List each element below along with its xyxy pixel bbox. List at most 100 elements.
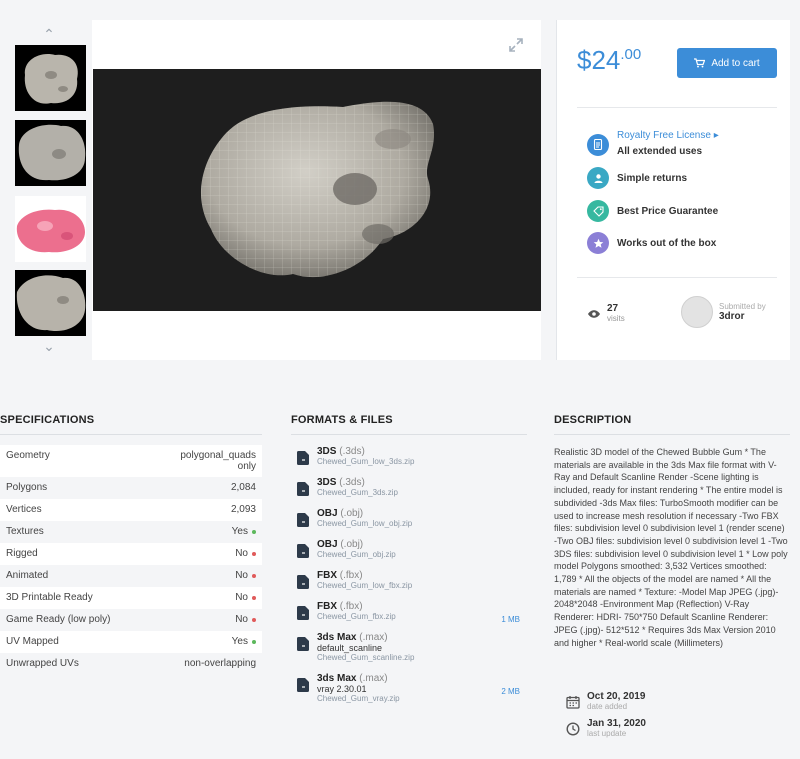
spec-value-text: 2,093 bbox=[230, 504, 256, 515]
clock-icon bbox=[566, 721, 580, 736]
purchase-box: $24.00 Add to cart Royalty Free License … bbox=[556, 20, 790, 360]
perk-license: Royalty Free License ▸ All extended uses bbox=[587, 130, 719, 159]
file-item[interactable]: OBJ (.obj) Chewed_Gum_obj.zip bbox=[297, 539, 527, 559]
thumbnail-3[interactable] bbox=[15, 196, 86, 262]
file-archive-name[interactable]: Chewed_Gum_low_3ds.zip bbox=[317, 457, 414, 466]
perk-price-guarantee: Best Price Guarantee bbox=[587, 200, 718, 222]
avatar[interactable] bbox=[681, 296, 713, 328]
spec-row: UV Mapped Yes bbox=[0, 631, 262, 653]
file-item[interactable]: 3DS (.3ds) Chewed_Gum_3ds.zip bbox=[297, 477, 527, 497]
file-format: 3DS (.3ds) bbox=[317, 477, 365, 488]
spec-value: 2,084 bbox=[231, 482, 256, 493]
spec-row: Polygons 2,084 bbox=[0, 477, 262, 499]
status-dot-icon bbox=[252, 551, 256, 556]
file-format: 3ds Max (.max) bbox=[317, 632, 388, 643]
file-icon bbox=[297, 678, 309, 692]
cart-icon bbox=[694, 58, 706, 68]
file-renderer: default_scanline bbox=[317, 643, 383, 653]
spec-value-text: No bbox=[235, 570, 248, 581]
file-item[interactable]: FBX (.fbx) Chewed_Gum_low_fbx.zip bbox=[297, 570, 527, 590]
spec-value: Yes bbox=[232, 526, 256, 537]
spec-value-text: 2,084 bbox=[230, 482, 256, 493]
file-icon bbox=[297, 513, 309, 527]
date-added: Oct 20, 2019 date added bbox=[566, 692, 646, 711]
submitter-name[interactable]: 3dror bbox=[719, 311, 766, 322]
spec-value-text: No bbox=[235, 614, 248, 625]
spec-value-text: No bbox=[235, 592, 248, 603]
eye-icon bbox=[588, 309, 600, 318]
spec-key: 3D Printable Ready bbox=[6, 592, 93, 603]
spec-row: Animated No bbox=[0, 565, 262, 587]
file-archive-name[interactable]: Chewed_Gum_obj.zip bbox=[317, 550, 396, 559]
spec-row: Game Ready (low poly) No bbox=[0, 609, 262, 631]
spec-value: No bbox=[235, 548, 256, 559]
file-item[interactable]: 3DS (.3ds) Chewed_Gum_low_3ds.zip bbox=[297, 446, 527, 466]
thumbnail-1[interactable] bbox=[15, 45, 86, 111]
star-icon bbox=[587, 232, 609, 254]
file-archive-name[interactable]: Chewed_Gum_low_fbx.zip bbox=[317, 581, 412, 590]
spec-value: No bbox=[235, 614, 256, 625]
spec-key: Textures bbox=[6, 526, 44, 537]
spec-key: UV Mapped bbox=[6, 636, 59, 647]
file-item[interactable]: FBX (.fbx) Chewed_Gum_fbx.zip 1 MB bbox=[297, 601, 527, 624]
thumbnail-2[interactable] bbox=[15, 120, 86, 186]
file-archive-name[interactable]: Chewed_Gum_scanline.zip bbox=[317, 653, 414, 662]
spec-key: Animated bbox=[6, 570, 49, 581]
perk-returns: Simple returns bbox=[587, 167, 687, 189]
description-text: Realistic 3D model of the Chewed Bubble … bbox=[554, 447, 788, 648]
status-dot-icon bbox=[252, 573, 256, 578]
license-link[interactable]: Royalty Free License ▸ bbox=[617, 130, 719, 141]
status-dot-icon bbox=[252, 617, 256, 622]
file-archive-name[interactable]: Chewed_Gum_vray.zip bbox=[317, 694, 400, 703]
chevron-up-icon[interactable]: ⌃ bbox=[41, 27, 57, 41]
document-icon bbox=[587, 133, 609, 156]
perk-works-out-of-box: Works out of the box bbox=[587, 232, 716, 254]
file-list: 3DS (.3ds) Chewed_Gum_low_3ds.zip 3DS (.3d… bbox=[297, 446, 527, 714]
spec-value: non-overlapping bbox=[184, 658, 256, 669]
perk-label: Best Price Guarantee bbox=[617, 205, 719, 217]
file-archive-name[interactable]: Chewed_Gum_fbx.zip bbox=[317, 612, 396, 621]
file-icon bbox=[297, 544, 309, 558]
spec-key: Geometry bbox=[6, 450, 50, 461]
divider bbox=[554, 434, 790, 435]
spec-value: polygonal_quads only bbox=[168, 450, 256, 472]
spec-row: Textures Yes bbox=[0, 521, 262, 543]
status-dot-icon bbox=[252, 529, 256, 534]
file-format: 3DS (.3ds) bbox=[317, 446, 365, 457]
spec-key: Unwrapped UVs bbox=[6, 658, 79, 669]
spec-row: Vertices 2,093 bbox=[0, 499, 262, 521]
spec-row: Unwrapped UVs non-overlapping bbox=[0, 653, 262, 675]
file-item[interactable]: 3ds Max (.max) vray 2.30.01 Chewed_Gum_vra… bbox=[297, 673, 527, 703]
file-format: OBJ (.obj) bbox=[317, 508, 364, 519]
add-to-cart-button[interactable]: Add to cart bbox=[677, 48, 777, 78]
file-size: 2 MB bbox=[501, 687, 520, 696]
status-dot-icon bbox=[252, 639, 256, 644]
file-format: OBJ (.obj) bbox=[317, 539, 364, 550]
divider bbox=[291, 434, 527, 435]
description-title: DESCRIPTION bbox=[554, 414, 632, 426]
perk-label: All extended uses bbox=[617, 146, 703, 157]
expand-icon[interactable] bbox=[509, 38, 523, 52]
spec-key: Vertices bbox=[6, 504, 42, 515]
divider bbox=[577, 107, 777, 108]
specifications-title: SPECIFICATIONS bbox=[0, 414, 95, 426]
file-icon bbox=[297, 637, 309, 651]
spec-row: Rigged No bbox=[0, 543, 262, 565]
file-archive-name[interactable]: Chewed_Gum_low_obj.zip bbox=[317, 519, 412, 528]
file-archive-name[interactable]: Chewed_Gum_3ds.zip bbox=[317, 488, 398, 497]
spec-value-text: non-overlapping bbox=[184, 658, 256, 669]
thumbnail-strip: ⌃ ⌄ bbox=[9, 20, 91, 360]
divider bbox=[577, 277, 777, 278]
chevron-down-icon[interactable]: ⌄ bbox=[41, 339, 57, 353]
file-item[interactable]: OBJ (.obj) Chewed_Gum_low_obj.zip bbox=[297, 508, 527, 528]
file-item[interactable]: 3ds Max (.max) default_scanline Chewed_Gum… bbox=[297, 632, 527, 662]
spec-key: Rigged bbox=[6, 548, 38, 559]
model-render[interactable] bbox=[93, 69, 541, 311]
dates: Oct 20, 2019 date added Jan 31, 2020 las… bbox=[566, 692, 646, 746]
last-update: Jan 31, 2020 last update bbox=[566, 719, 646, 738]
perk-label: Works out of the box bbox=[617, 237, 717, 249]
spec-key: Polygons bbox=[6, 482, 48, 493]
spec-value-text: No bbox=[235, 548, 248, 559]
thumbnail-4[interactable] bbox=[15, 270, 86, 336]
product-gallery: ⌃ ⌄ $24.00 Add to cart Royalty Free Lice… bbox=[0, 0, 790, 385]
